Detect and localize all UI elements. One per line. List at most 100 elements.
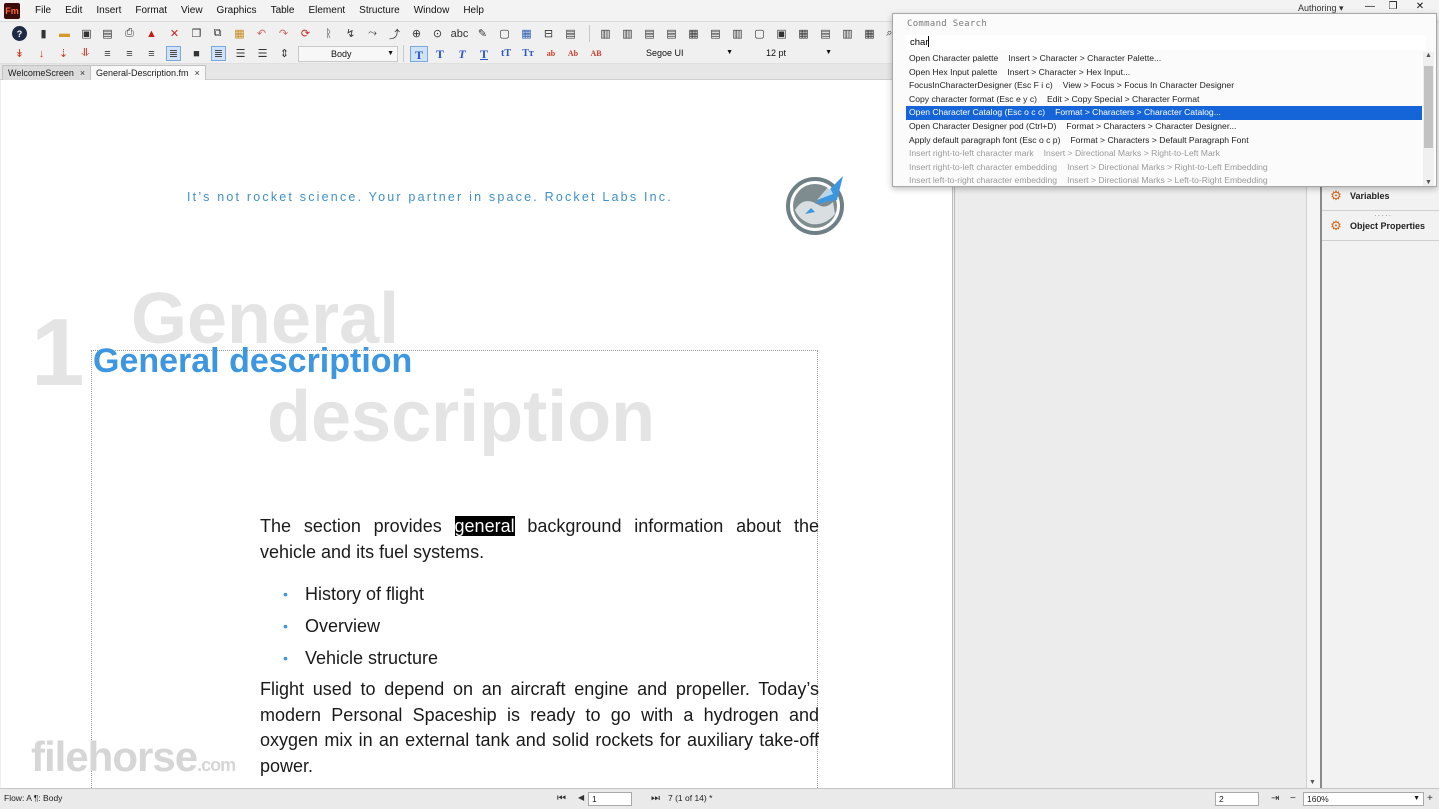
plain-text-toggle[interactable]: T: [410, 46, 428, 62]
anchor-icon[interactable]: ⥥: [78, 46, 93, 61]
object-properties-pod-button[interactable]: ⚙ Object Properties: [1328, 215, 1425, 237]
table-unstraddle-icon[interactable]: ▤: [664, 26, 679, 41]
hypertext-icon[interactable]: ⤳: [365, 26, 380, 41]
align-center-icon[interactable]: ≡: [144, 46, 159, 61]
open-folder-icon[interactable]: ▬: [57, 26, 72, 41]
variables-pod-button[interactable]: ⚙ Variables: [1328, 185, 1389, 207]
scroll-down-icon[interactable]: ▼: [1309, 779, 1316, 786]
save-icon[interactable]: ▣: [79, 26, 94, 41]
underline-toggle[interactable]: T: [475, 46, 493, 62]
command-result-item[interactable]: Insert left-to-right character embedding…: [906, 174, 1422, 186]
body-paragraph-1[interactable]: The section provides general background …: [260, 514, 819, 565]
spell-check-icon[interactable]: abc: [451, 26, 469, 41]
page-number-input[interactable]: 1: [588, 792, 632, 806]
tab-general-description[interactable]: General-Description.fm ×: [90, 65, 206, 80]
scroll-thumb[interactable]: [1424, 66, 1433, 148]
table-convert-icon[interactable]: ▦: [862, 26, 877, 41]
menu-table[interactable]: Table: [264, 0, 302, 22]
table-insert-row-icon[interactable]: ▥: [598, 26, 613, 41]
table-cols-icon[interactable]: ▥: [730, 26, 745, 41]
menu-insert[interactable]: Insert: [89, 0, 128, 22]
body-paragraph-2[interactable]: Flight used to depend on an aircraft eng…: [260, 677, 819, 779]
command-result-item[interactable]: FocusInCharacterDesigner (Esc F i c) View…: [906, 79, 1422, 93]
list-item[interactable]: History of flight: [283, 578, 438, 610]
line-spacing-single-icon[interactable]: ≣: [211, 46, 226, 61]
command-result-item[interactable]: Open Character Catalog (Esc o c c) Format…: [906, 106, 1422, 120]
titlecase-toggle[interactable]: Ab: [564, 46, 582, 62]
menu-structure[interactable]: Structure: [352, 0, 407, 22]
table-straddle-icon[interactable]: ▤: [642, 26, 657, 41]
save-as-icon[interactable]: ▤: [100, 26, 115, 41]
zoom-in-icon[interactable]: +: [1427, 793, 1433, 804]
font-family-select[interactable]: Segoe UI ▼: [610, 46, 736, 62]
menu-graphics[interactable]: Graphics: [210, 0, 264, 22]
space-between-icon[interactable]: ⇕: [277, 46, 292, 61]
previous-page-icon[interactable]: ◀: [578, 793, 584, 802]
menu-view[interactable]: View: [174, 0, 210, 22]
command-result-item[interactable]: Copy character format (Esc e y c) Edit > …: [906, 93, 1422, 107]
repeat-icon[interactable]: ⟳: [298, 26, 313, 41]
first-page-icon[interactable]: ⏮: [557, 793, 566, 804]
table-shade-icon[interactable]: ▣: [774, 26, 789, 41]
line-spacing-double-icon[interactable]: ☰: [255, 46, 270, 61]
copy-icon[interactable]: ❐: [189, 26, 204, 41]
menu-help[interactable]: Help: [456, 0, 491, 22]
italic-toggle[interactable]: T: [453, 46, 471, 62]
frame-icon[interactable]: ▢: [497, 26, 512, 41]
command-search-input[interactable]: char: [906, 35, 1426, 50]
menu-format[interactable]: Format: [128, 0, 174, 22]
superscript-toggle[interactable]: tT: [497, 46, 515, 62]
zoom-in-icon[interactable]: ⊕: [409, 26, 424, 41]
menu-file[interactable]: File: [28, 0, 58, 22]
scroll-down-icon[interactable]: ▼: [1423, 179, 1434, 186]
list-item[interactable]: Overview: [283, 610, 438, 642]
justify-icon[interactable]: ≣: [166, 46, 181, 61]
results-scrollbar[interactable]: ▲ ▼: [1423, 52, 1434, 186]
zoom-step-input[interactable]: 2: [1215, 792, 1259, 806]
lowercase-toggle[interactable]: ab: [542, 46, 560, 62]
align-left-icon[interactable]: ≡: [100, 46, 115, 61]
zoom-select[interactable]: 160% ▼: [1303, 792, 1424, 806]
help-icon[interactable]: ?: [12, 26, 27, 41]
command-result-item[interactable]: Open Character Designer pod (Ctrl+D) Form…: [906, 120, 1422, 134]
insert-break-icon[interactable]: ↡: [12, 46, 27, 61]
table-insert-col-icon[interactable]: ▥: [620, 26, 635, 41]
zoom-out-icon[interactable]: −: [1290, 793, 1296, 804]
subscript-toggle[interactable]: Tт: [519, 46, 537, 62]
close-window-button[interactable]: ✕: [1408, 0, 1432, 14]
command-result-item[interactable]: Apply default paragraph font (Esc o c p)…: [906, 134, 1422, 148]
uppercase-toggle[interactable]: AB: [587, 46, 605, 62]
command-result-item[interactable]: Open Character palette Insert > Character…: [906, 52, 1422, 66]
cut-icon[interactable]: ✕: [167, 26, 182, 41]
scroll-up-icon[interactable]: ▲: [1423, 52, 1434, 59]
thesaurus-icon[interactable]: ✎: [475, 26, 490, 41]
restore-button[interactable]: ❐: [1381, 0, 1405, 14]
find-icon[interactable]: ⊙: [430, 26, 445, 41]
paragraph-tag-select[interactable]: Body ▼: [298, 46, 398, 62]
minimize-button[interactable]: —: [1358, 0, 1382, 14]
table-ruling-icon[interactable]: ▦: [796, 26, 811, 41]
footnote-icon[interactable]: ⤴: [387, 26, 402, 41]
paste-icon[interactable]: ▦: [232, 26, 247, 41]
paste-special-icon[interactable]: ⧉: [210, 26, 225, 41]
close-tab-icon[interactable]: ×: [195, 68, 200, 78]
cross-ref-icon[interactable]: ↯: [343, 26, 358, 41]
table-format-icon[interactable]: ▦: [686, 26, 701, 41]
table-rows-icon[interactable]: ▤: [708, 26, 723, 41]
undo-icon[interactable]: ↶: [254, 26, 269, 41]
insert-table-icon[interactable]: ▦: [519, 26, 534, 41]
menu-element[interactable]: Element: [301, 0, 352, 22]
list-item[interactable]: Vehicle structure: [283, 642, 438, 674]
insert-marker-icon[interactable]: ᚱ: [321, 26, 336, 41]
next-page-icon[interactable]: ⏭: [651, 793, 660, 804]
fit-window-icon[interactable]: ⇥: [1271, 793, 1279, 804]
menu-edit[interactable]: Edit: [58, 0, 89, 22]
variables-icon[interactable]: ⊟: [541, 26, 556, 41]
move-down-icon[interactable]: ↓: [34, 46, 49, 61]
para-shading-icon[interactable]: ■: [189, 46, 204, 61]
table-align-icon[interactable]: ▤: [818, 26, 833, 41]
redo-icon[interactable]: ↷: [276, 26, 291, 41]
command-result-item[interactable]: Insert right-to-left character embedding…: [906, 161, 1422, 175]
font-size-select[interactable]: 12 pt ▼: [740, 46, 835, 62]
selected-text[interactable]: general: [454, 516, 515, 536]
